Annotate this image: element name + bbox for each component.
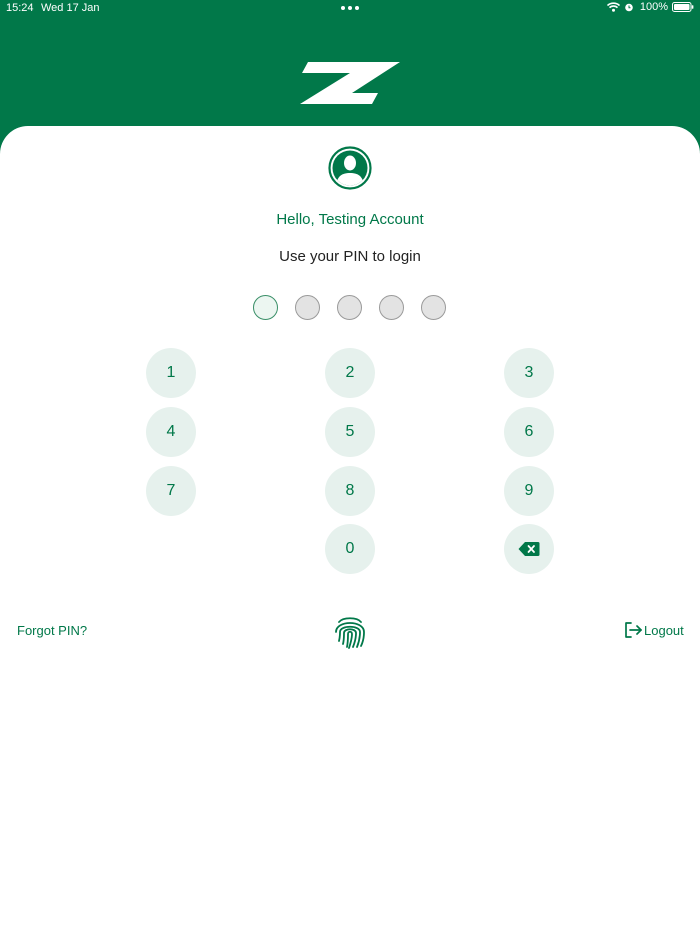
pin-dot	[421, 295, 446, 320]
keypad-key-0[interactable]: 0	[325, 524, 375, 574]
backspace-icon	[518, 542, 540, 556]
logout-icon	[625, 622, 642, 638]
fingerprint-icon[interactable]	[333, 613, 367, 649]
battery-percentage: 100%	[639, 1, 668, 13]
brand-logo	[300, 62, 400, 104]
pin-dot	[337, 295, 362, 320]
pin-dot	[379, 295, 404, 320]
pin-dot	[253, 295, 278, 320]
alarm-icon	[625, 3, 633, 12]
keypad-key-4[interactable]: 4	[146, 407, 196, 457]
status-time: 15:24	[6, 2, 34, 14]
keypad-key-7[interactable]: 7	[146, 466, 196, 516]
keypad-key-3[interactable]: 3	[504, 348, 554, 398]
pin-indicator	[253, 295, 446, 320]
user-avatar-icon	[328, 146, 372, 190]
logout-button[interactable]: Logout	[624, 622, 684, 638]
keypad-key-5[interactable]: 5	[325, 407, 375, 457]
keypad-key-6[interactable]: 6	[504, 407, 554, 457]
keypad-key-1[interactable]: 1	[146, 348, 196, 398]
keypad-delete-button[interactable]	[504, 524, 554, 574]
status-bar: 15:24 Wed 17 Jan 100%	[0, 0, 700, 18]
greeting-text: Hello, Testing Account	[276, 211, 424, 228]
keypad-key-2[interactable]: 2	[325, 348, 375, 398]
multitasking-dots-icon[interactable]	[341, 6, 359, 10]
forgot-pin-link[interactable]: Forgot PIN?	[17, 623, 87, 638]
battery-icon	[672, 2, 694, 12]
wifi-icon	[606, 2, 620, 12]
pin-instruction: Use your PIN to login	[279, 248, 421, 265]
status-indicators: 100%	[606, 1, 694, 13]
status-date: Wed 17 Jan	[41, 2, 100, 14]
pin-dot	[295, 295, 320, 320]
keypad-key-9[interactable]: 9	[504, 466, 554, 516]
keypad-key-8[interactable]: 8	[325, 466, 375, 516]
logout-label: Logout	[644, 622, 684, 638]
